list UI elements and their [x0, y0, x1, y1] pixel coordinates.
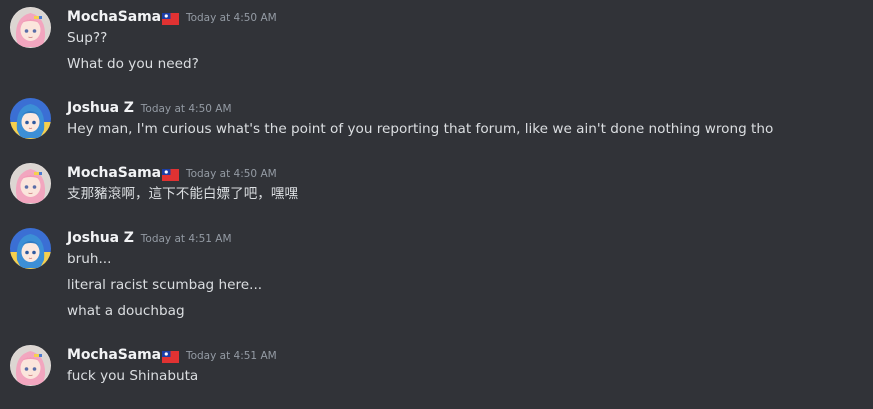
- taiwan-flag-icon: [161, 166, 179, 181]
- timestamp: Today at 4:51 AM: [140, 233, 232, 245]
- message-header: MochaSama Today at 4:50 AM: [67, 161, 277, 185]
- pink-haired-anime-avatar-icon: [10, 163, 51, 204]
- timestamp: Today at 4:50 AM: [140, 103, 232, 115]
- pink-haired-anime-avatar-icon: [10, 7, 51, 48]
- message-group: MochaSama Today at 4:50 AM 支那豬滾啊，這下不能白嫖了…: [0, 161, 873, 211]
- message-header: Joshua Z Today at 4:51 AM: [67, 226, 232, 250]
- timestamp: Today at 4:51 AM: [185, 350, 277, 362]
- username[interactable]: MochaSama: [67, 165, 161, 181]
- message-group: Joshua Z Today at 4:50 AM Hey man, I'm c…: [0, 96, 873, 146]
- username[interactable]: MochaSama: [67, 9, 161, 25]
- timestamp: Today at 4:50 AM: [185, 12, 277, 24]
- avatar[interactable]: [10, 345, 51, 386]
- avatar[interactable]: [10, 163, 51, 204]
- pink-haired-anime-avatar-icon: [10, 345, 51, 386]
- message-header: Joshua Z Today at 4:50 AM: [67, 96, 232, 120]
- username[interactable]: MochaSama: [67, 347, 161, 363]
- blue-haired-anime-avatar-icon: [10, 228, 51, 269]
- taiwan-flag-icon: [161, 348, 179, 363]
- message-group: MochaSama Today at 4:50 AM Sup?? What do…: [0, 5, 873, 75]
- message-text: 支那豬滾啊，這下不能白嫖了吧，嘿嘿: [67, 186, 299, 202]
- blue-haired-anime-avatar-icon: [10, 98, 51, 139]
- message-text: bruh...: [67, 251, 112, 267]
- username[interactable]: Joshua Z: [67, 100, 134, 116]
- message-text: What do you need?: [67, 56, 199, 72]
- timestamp: Today at 4:50 AM: [185, 168, 277, 180]
- taiwan-flag-icon: [161, 10, 179, 25]
- message-header: MochaSama Today at 4:51 AM: [67, 343, 277, 367]
- avatar[interactable]: [10, 7, 51, 48]
- message-group: MochaSama Today at 4:51 AM fuck you Shin…: [0, 343, 873, 393]
- message-text: literal racist scumbag here...: [67, 277, 263, 293]
- avatar[interactable]: [10, 228, 51, 269]
- username[interactable]: Joshua Z: [67, 230, 134, 246]
- message-text: Sup??: [67, 30, 108, 46]
- message-header: MochaSama Today at 4:50 AM: [67, 5, 277, 29]
- message-text: fuck you Shinabuta: [67, 368, 199, 384]
- avatar[interactable]: [10, 98, 51, 139]
- message-text: what a douchbag: [67, 303, 185, 319]
- chat-message-list: MochaSama Today at 4:50 AM Sup?? What do…: [0, 0, 873, 409]
- message-group: Joshua Z Today at 4:51 AM bruh... litera…: [0, 226, 873, 326]
- message-text: Hey man, I'm curious what's the point of…: [67, 121, 774, 137]
